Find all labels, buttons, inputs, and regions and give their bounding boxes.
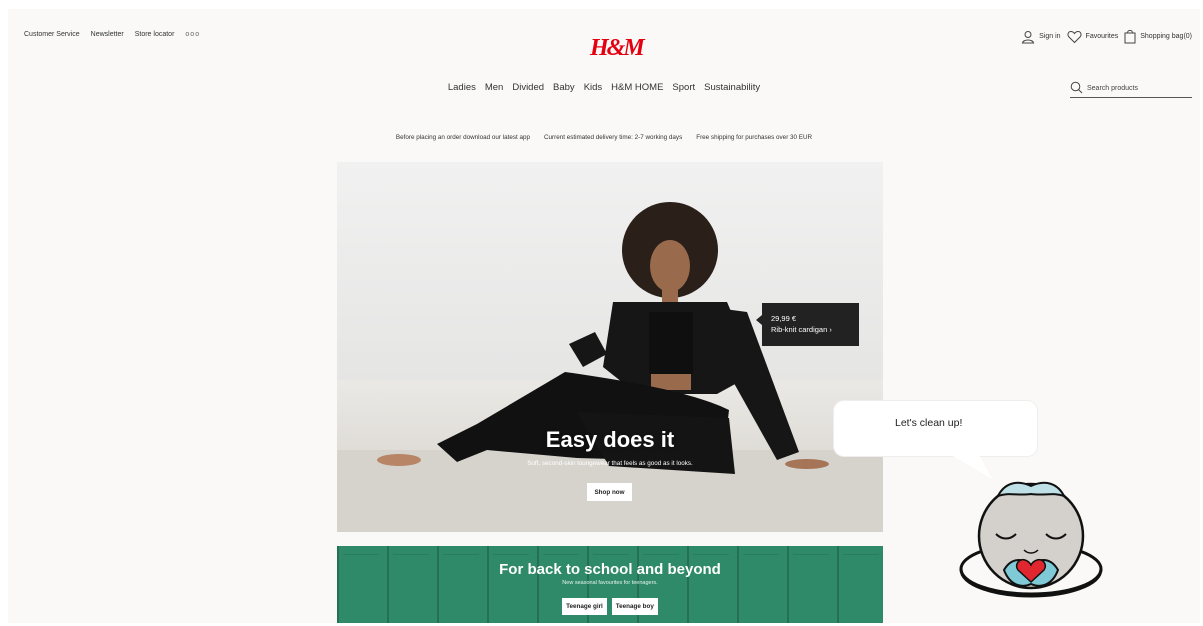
account-nav: Sign in Favourites Shopping bag(0) bbox=[1021, 29, 1192, 44]
hero-banner[interactable]: 29,99 € Rib-knit cardigan › Easy does it… bbox=[337, 162, 883, 532]
hero-title: Easy does it bbox=[545, 427, 675, 452]
mascot-icon[interactable] bbox=[956, 474, 1106, 614]
nav-sport[interactable]: Sport bbox=[672, 82, 695, 93]
page: Customer Service Newsletter Store locato… bbox=[8, 9, 1200, 623]
heart-icon bbox=[1067, 30, 1082, 44]
hero-model-image bbox=[377, 202, 829, 474]
nav-hm-home[interactable]: H&M HOME bbox=[611, 82, 663, 93]
banner2-subtitle: New seasonal favourites for teenagers. bbox=[562, 580, 658, 586]
teenage-girl-button[interactable]: Teenage girl bbox=[562, 598, 607, 615]
promo-shipping-link[interactable]: Free shipping for purchases over 30 EUR bbox=[696, 134, 812, 141]
customer-service-link[interactable]: Customer Service bbox=[24, 31, 80, 38]
more-links-button[interactable]: ooo bbox=[185, 31, 200, 38]
main-nav: Ladies Men Divided Baby Kids H&M HOME Sp… bbox=[8, 82, 1200, 93]
favourites-link[interactable]: Favourites bbox=[1067, 30, 1119, 44]
shopping-bag-link[interactable]: Shopping bag(0) bbox=[1124, 29, 1192, 44]
teenage-boy-button[interactable]: Teenage boy bbox=[611, 598, 658, 615]
back-to-school-banner[interactable]: For back to school and beyond New season… bbox=[337, 546, 883, 623]
search-field[interactable]: Search products bbox=[1070, 79, 1192, 98]
chat-message: Let's clean up! bbox=[895, 417, 963, 429]
sign-in-link[interactable]: Sign in bbox=[1021, 30, 1061, 44]
promo-app-link[interactable]: Before placing an order download our lat… bbox=[396, 134, 530, 141]
nav-men[interactable]: Men bbox=[485, 82, 503, 93]
nav-sustainability[interactable]: Sustainability bbox=[704, 82, 760, 93]
price-tag-price: 29,99 € bbox=[771, 314, 797, 323]
nav-kids[interactable]: Kids bbox=[584, 82, 602, 93]
price-tag-product: Rib-knit cardigan › bbox=[771, 325, 832, 334]
sign-in-label: Sign in bbox=[1039, 33, 1061, 40]
hm-logo[interactable]: H&M bbox=[590, 35, 645, 62]
promo-delivery-link[interactable]: Current estimated delivery time: 2-7 wor… bbox=[544, 134, 682, 141]
nav-baby[interactable]: Baby bbox=[553, 82, 575, 93]
bag-icon bbox=[1124, 29, 1136, 44]
banner2-title: For back to school and beyond bbox=[499, 561, 721, 578]
hero-subtitle: Soft, second-skin loungewear that feels … bbox=[527, 460, 693, 467]
shopping-bag-label: Shopping bag(0) bbox=[1140, 33, 1192, 40]
search-input[interactable]: Search products bbox=[1087, 85, 1138, 92]
user-icon bbox=[1021, 30, 1035, 44]
favourites-label: Favourites bbox=[1085, 33, 1119, 40]
nav-ladies[interactable]: Ladies bbox=[448, 82, 476, 93]
promo-bar: Before placing an order download our lat… bbox=[8, 134, 1200, 141]
price-tag[interactable]: 29,99 € Rib-knit cardigan › bbox=[756, 303, 859, 346]
search-icon[interactable] bbox=[1070, 81, 1083, 96]
chat-bubble[interactable]: Let's clean up! bbox=[834, 401, 1037, 456]
banner2-buttons: Teenage girl Teenage boy bbox=[337, 598, 883, 615]
utility-nav: Customer Service Newsletter Store locato… bbox=[24, 31, 200, 38]
nav-divided[interactable]: Divided bbox=[512, 82, 544, 93]
store-locator-link[interactable]: Store locator bbox=[135, 31, 175, 38]
shop-now-button[interactable]: Shop now bbox=[587, 483, 632, 501]
newsletter-link[interactable]: Newsletter bbox=[91, 31, 124, 38]
